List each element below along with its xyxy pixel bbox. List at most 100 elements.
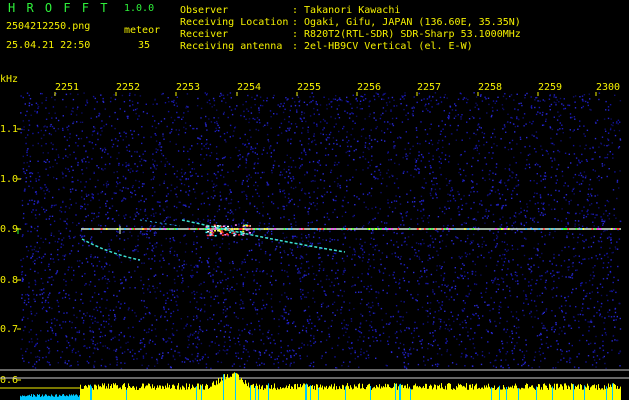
noise-dot — [462, 310, 464, 312]
noise-dot — [32, 261, 34, 263]
noise-dot — [187, 150, 189, 153]
noise-dot — [114, 138, 117, 140]
noise-dot — [441, 304, 443, 306]
noise-dot — [255, 189, 257, 191]
noise-dot — [429, 235, 432, 237]
noise-dot — [165, 299, 167, 302]
noise-dot — [526, 92, 528, 95]
noise-dot — [574, 225, 576, 227]
noise-dot — [509, 95, 511, 98]
noise-dot — [495, 163, 498, 165]
noise-dot — [246, 139, 249, 141]
noise-dot — [346, 96, 348, 99]
noise-dot — [544, 213, 546, 216]
noise-dot — [196, 182, 198, 185]
noise-dot — [192, 319, 195, 321]
noise-dot — [266, 152, 268, 154]
noise-dot — [302, 289, 304, 291]
noise-dot — [391, 117, 394, 120]
noise-dot — [289, 172, 291, 174]
noise-dot — [608, 315, 610, 318]
noise-dot — [69, 230, 71, 232]
noise-dot — [380, 221, 383, 223]
noise-dot — [382, 272, 385, 274]
noise-dot — [484, 301, 486, 303]
noise-dot — [274, 249, 276, 251]
noise-dot — [34, 259, 36, 262]
noise-dot — [173, 205, 176, 208]
noise-dot — [599, 313, 601, 315]
noise-dot — [405, 212, 407, 214]
noise-dot — [153, 215, 155, 217]
noise-dot — [429, 111, 431, 113]
noise-dot — [608, 236, 610, 238]
noise-dot — [54, 240, 56, 243]
noise-dot — [34, 110, 36, 112]
noise-dot — [440, 158, 442, 160]
noise-dot — [415, 299, 417, 301]
noise-dot — [51, 204, 53, 207]
noise-dot — [496, 237, 498, 240]
noise-dot — [319, 104, 322, 106]
noise-dot — [533, 359, 535, 361]
noise-dot — [492, 282, 494, 284]
noise-dot — [79, 310, 81, 312]
noise-dot — [346, 131, 348, 133]
noise-dot — [576, 241, 579, 244]
noise-dot — [326, 306, 328, 308]
noise-dot — [294, 166, 297, 168]
noise-dot — [404, 366, 406, 369]
noise-dot — [101, 168, 103, 170]
noise-dot — [42, 357, 44, 359]
noise-dot — [242, 143, 244, 145]
noise-dot — [306, 261, 308, 263]
noise-dot — [23, 126, 25, 128]
noise-dot — [303, 112, 306, 114]
noise-dot — [151, 208, 154, 210]
noise-dot — [612, 189, 615, 191]
noise-dot — [432, 197, 434, 199]
noise-dot — [409, 189, 412, 192]
noise-dot — [67, 342, 70, 344]
noise-dot — [90, 256, 92, 258]
noise-dot — [333, 301, 336, 303]
noise-dot — [611, 340, 613, 342]
noise-dot — [411, 107, 413, 109]
noise-dot — [88, 284, 91, 286]
noise-dot — [249, 299, 252, 301]
noise-dot — [206, 129, 208, 131]
noise-dot — [85, 181, 87, 183]
noise-dot — [92, 336, 95, 338]
noise-dot — [434, 238, 437, 240]
noise-dot — [205, 125, 207, 127]
noise-dot — [420, 153, 423, 156]
noise-dot — [154, 191, 156, 193]
noise-dot — [341, 295, 344, 297]
noise-dot — [557, 164, 560, 166]
noise-dot — [246, 254, 249, 256]
noise-dot — [287, 275, 289, 278]
noise-dot — [333, 181, 336, 183]
noise-dot — [326, 212, 329, 215]
noise-dot — [285, 97, 287, 99]
noise-dot — [290, 252, 293, 254]
noise-dot — [106, 184, 108, 186]
noise-dot — [33, 293, 35, 296]
noise-dot — [153, 275, 155, 277]
noise-dot — [371, 301, 374, 304]
noise-dot — [325, 239, 327, 241]
noise-dot — [581, 160, 583, 162]
noise-dot — [533, 300, 536, 302]
noise-dot — [145, 253, 147, 255]
noise-dot — [130, 168, 132, 170]
noise-dot — [169, 240, 171, 243]
noise-dot — [23, 302, 26, 304]
noise-dot — [238, 223, 240, 225]
noise-dot — [326, 104, 328, 106]
noise-dot — [92, 322, 94, 324]
noise-dot — [286, 271, 288, 273]
noise-dot — [352, 94, 354, 96]
noise-dot — [59, 324, 61, 326]
noise-dot — [473, 190, 475, 193]
noise-dot — [156, 287, 158, 289]
